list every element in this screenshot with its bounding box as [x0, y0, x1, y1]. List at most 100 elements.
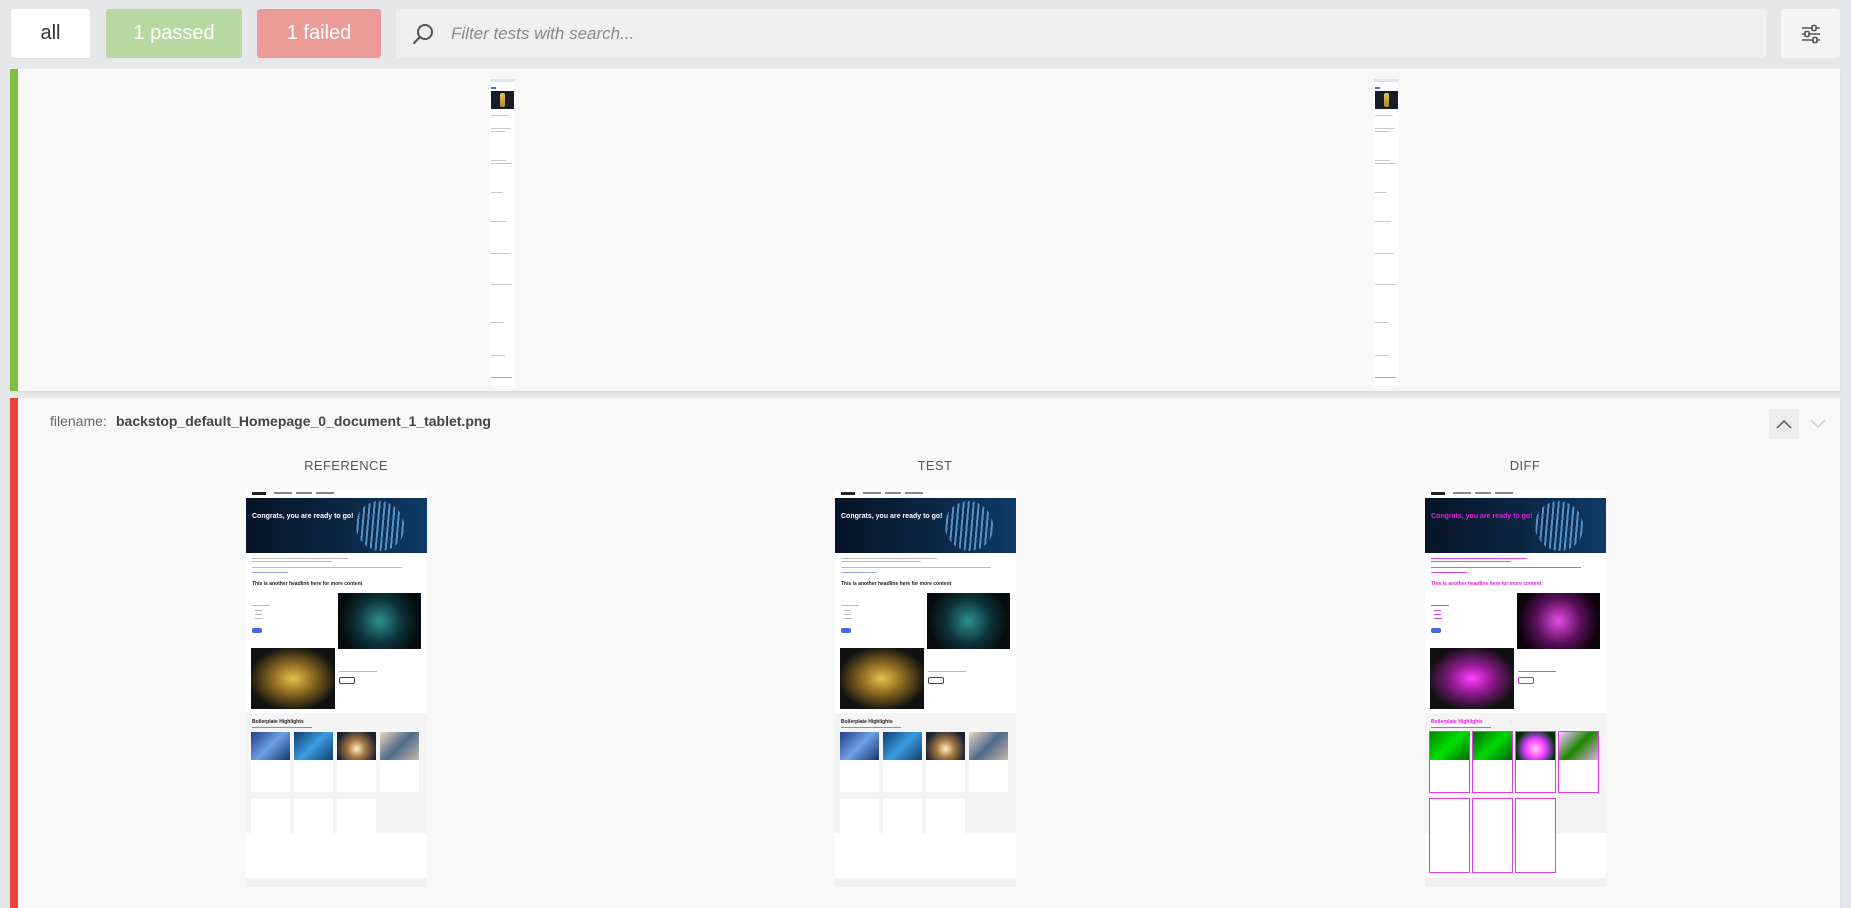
thumbnail-text [1375, 160, 1390, 161]
thumbnail-text [255, 614, 262, 615]
dna-image [1384, 93, 1389, 107]
brain-image [927, 593, 1010, 649]
thumbnail-card [251, 799, 290, 872]
thumbnail-text [1434, 610, 1441, 611]
thumbnail-text [928, 671, 966, 672]
thumbnail-text [252, 558, 348, 559]
thumbnail-text [491, 253, 510, 254]
card-image [883, 732, 922, 760]
thumbnail-card [840, 732, 879, 792]
filter-all-button[interactable]: all [11, 9, 90, 58]
reference-column-title: REFERENCE [304, 458, 388, 473]
thumbnail-hero: Congrats, you are ready to go! [1425, 493, 1606, 559]
thumbnail-text [841, 567, 991, 568]
thumbnail-hero-title: Congrats, you are ready to go! [1431, 513, 1533, 520]
thumbnail-card [969, 732, 1008, 792]
thumbnail-hero-title: Congrats, you are ready to go! [252, 513, 354, 520]
thumbnail-footer [835, 878, 1016, 887]
thumbnail-hero: Congrats, you are ready to go! [835, 493, 1016, 559]
test-image[interactable]: Congrats, you are ready to go! This is a… [835, 489, 1016, 887]
collapse-button[interactable] [1769, 409, 1799, 439]
thumbnail-card [1472, 731, 1513, 793]
chevron-down-icon [1810, 419, 1826, 429]
thumbnail-card [294, 732, 333, 792]
card-image [969, 732, 1008, 760]
thumbnail-nav-item [1453, 492, 1471, 494]
thumbnail-text [1431, 605, 1449, 606]
filter-failed-button[interactable]: 1 failed [257, 9, 381, 58]
thumbnail-nav-item [1495, 492, 1513, 494]
thumbnail-text [1431, 558, 1527, 559]
brain-image [338, 593, 421, 649]
thumbnail-text [1434, 618, 1442, 619]
thumbnail-text [491, 192, 503, 193]
thumbnail-footer [1425, 878, 1606, 887]
thumbnail-text [1375, 322, 1388, 323]
failed-test-row[interactable]: filename: backstop_default_Homepage_0_do… [10, 398, 1840, 908]
thumbnail-text [1431, 727, 1491, 728]
card-image [380, 732, 419, 760]
diff-column-title: DIFF [1509, 458, 1541, 473]
diff-image[interactable]: Congrats, you are ready to go! This is a… [1425, 489, 1606, 887]
thumbnail-text [491, 221, 507, 222]
thumbnail-logo [252, 492, 266, 495]
thumbnail-text [1375, 115, 1393, 116]
thumbnail-text [491, 115, 509, 116]
thumbnail-card [1515, 798, 1556, 873]
thumbnail-card [926, 732, 965, 792]
thumbnail-hero-title: Congrats, you are ready to go! [841, 513, 943, 520]
thumbnail-text [491, 128, 511, 129]
thumbnail-text [1375, 355, 1389, 356]
dna-image [500, 93, 505, 107]
thumbnail-text [491, 322, 504, 323]
thumbnail-text [339, 671, 377, 672]
thumbnail-text [491, 377, 512, 378]
thumbnail-hero [1375, 91, 1398, 109]
thumbnail-text [841, 605, 859, 606]
thumbnail-card [926, 799, 965, 872]
reference-image[interactable]: Congrats, you are ready to go! This is a… [246, 489, 427, 887]
thumbnail-text [844, 610, 851, 611]
passed-test-row[interactable] [10, 69, 1840, 391]
card-image [1559, 732, 1598, 760]
thumbnail-card [337, 799, 376, 872]
thumbnail-text [841, 572, 877, 573]
thumbnail-text [252, 605, 270, 606]
expand-button[interactable] [1803, 409, 1833, 439]
thumbnail-headline: This is another headline here for more c… [841, 581, 952, 587]
thumbnail-section-title: Boilerplate Highlights [1431, 719, 1483, 725]
dna-gold-image [840, 648, 924, 709]
thumbnail-text [1375, 221, 1391, 222]
thumbnail-header [490, 79, 515, 82]
thumbnail-nav-item [296, 492, 312, 494]
thumbnail-card [840, 799, 879, 872]
thumbnail-text [255, 610, 262, 611]
thumbnail-button [252, 628, 262, 633]
thumbnail-text [1375, 284, 1396, 285]
thumbnail-text [491, 284, 512, 285]
thumbnail-text [1431, 567, 1581, 568]
settings-button[interactable] [1781, 9, 1840, 58]
brain-image [1517, 593, 1600, 649]
search-box[interactable]: Filter tests with search... [396, 9, 1766, 58]
thumbnail-nav-item [1475, 492, 1491, 494]
thumbnail-nav-item [274, 492, 292, 494]
thumbnail-card [337, 732, 376, 792]
filter-passed-button[interactable]: 1 passed [106, 9, 242, 58]
filename-label: filename: [50, 413, 107, 429]
thumbnail-text [1434, 614, 1441, 615]
thumbnail-text [844, 618, 852, 619]
thumbnail-hero [491, 91, 514, 109]
thumbnail-text [491, 131, 505, 132]
thumbnail-section-title: Boilerplate Highlights [841, 719, 893, 725]
thumbnail-text [1518, 671, 1556, 672]
reference-thumbnail[interactable] [490, 79, 515, 386]
thumbnail-headline: This is another headline here for more c… [252, 581, 363, 587]
test-thumbnail[interactable] [1374, 79, 1399, 386]
thumbnail-hero: Congrats, you are ready to go! [246, 493, 427, 559]
thumbnail-section-title: Boilerplate Highlights [252, 719, 304, 725]
thumbnail-text [844, 614, 851, 615]
test-column-title: TEST [917, 458, 953, 473]
thumbnail-text [1375, 128, 1395, 129]
thumbnail-button [1431, 628, 1441, 633]
